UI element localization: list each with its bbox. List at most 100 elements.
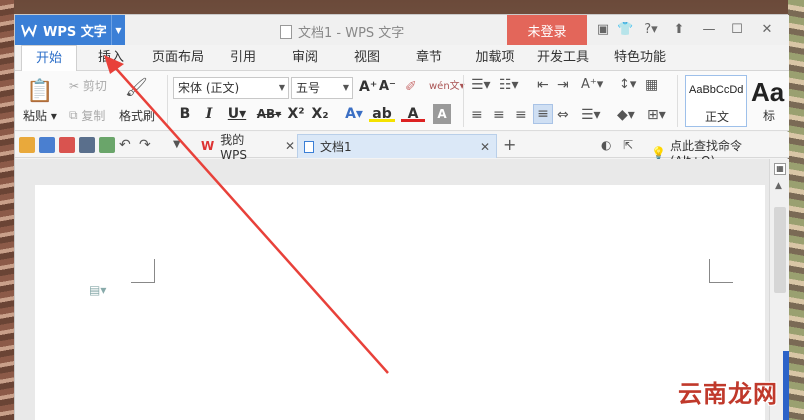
tab-sections[interactable]: 章节 xyxy=(407,45,451,71)
side-panel-toggle[interactable] xyxy=(783,351,789,420)
copy-button[interactable]: ⧉ 复制 xyxy=(69,107,105,124)
undo-icon[interactable]: ↶ xyxy=(119,137,135,153)
document-icon xyxy=(304,140,314,153)
highlight-icon[interactable]: ab xyxy=(369,104,395,122)
style-normal[interactable]: AaBbCcDd 正文 xyxy=(685,75,747,127)
text-effects-icon[interactable]: A▾ xyxy=(341,104,367,124)
bold-icon[interactable]: B xyxy=(177,104,193,124)
open-folder-icon[interactable] xyxy=(19,137,35,153)
save-icon[interactable] xyxy=(39,137,55,153)
pin-icon[interactable]: ⬆ xyxy=(671,22,687,38)
divider xyxy=(677,75,678,127)
chinese-layout-icon[interactable]: A⁺▾ xyxy=(581,77,603,92)
tab-my-wps[interactable]: W 我的WPS ✕ xyxy=(195,133,295,162)
decrease-indent-icon[interactable]: ⇤ xyxy=(537,77,549,93)
tab-document1[interactable]: 文档1 ✕ xyxy=(297,134,497,158)
align-center-icon[interactable]: ≡ xyxy=(493,107,505,123)
chevron-down-icon[interactable]: ▼ xyxy=(111,15,125,45)
borders-icon[interactable]: ⊞▾ xyxy=(647,107,666,123)
paragraph-options-icon[interactable]: ▤▾ xyxy=(89,283,106,297)
close-icon[interactable]: ✕ xyxy=(285,139,295,153)
document-file-icon xyxy=(280,24,292,39)
tab-developer[interactable]: 开发工具 xyxy=(531,45,595,71)
shading-icon[interactable]: ◆▾ xyxy=(617,107,635,123)
grow-font-icon[interactable]: A⁺ xyxy=(359,79,377,95)
copy-icon: ⧉ xyxy=(69,108,78,122)
chevron-down-icon: ▼ xyxy=(342,83,349,92)
cut-label: 剪切 xyxy=(82,79,107,93)
bullet-list-icon[interactable]: ☰▾ xyxy=(471,77,491,93)
quick-access-bar: ↶ ↷ ▼ W 我的WPS ✕ 文档1 ✕ + ◐ ⇱ 💡 点此查找命令 (Al… xyxy=(15,132,789,168)
tab-document1-label: 文档1 xyxy=(320,140,352,154)
desktop-background-right xyxy=(788,0,804,420)
new-tab-icon[interactable]: + xyxy=(503,137,519,153)
font-color-icon[interactable]: A xyxy=(401,104,425,122)
scrollbar-thumb[interactable] xyxy=(774,207,786,293)
paste-icon[interactable]: 📋 xyxy=(25,77,55,105)
style-heading-sample[interactable]: Aa xyxy=(751,77,784,108)
ruler-toggle-icon[interactable]: ▦ xyxy=(774,163,786,175)
tab-page-layout[interactable]: 页面布局 xyxy=(143,45,213,71)
shirt-icon[interactable]: 👕 xyxy=(617,22,633,38)
close-icon[interactable]: ✕ xyxy=(480,140,490,154)
close-icon[interactable]: ✕ xyxy=(759,22,775,38)
increase-indent-icon[interactable]: ⇥ xyxy=(557,77,569,93)
distributed-align-icon[interactable]: ⇔ xyxy=(557,107,569,123)
italic-icon[interactable]: I xyxy=(201,104,217,124)
login-button[interactable]: 未登录 xyxy=(507,15,587,45)
paste-button[interactable]: 粘贴 ▾ xyxy=(23,107,57,124)
align-left-icon[interactable]: ≡ xyxy=(471,107,483,123)
paste-label: 粘贴 xyxy=(23,109,48,123)
superscript-icon[interactable]: X² xyxy=(287,104,305,124)
tab-insert[interactable]: 插入 xyxy=(87,45,135,71)
numbered-list-icon[interactable]: ☷▾ xyxy=(499,77,519,93)
minimize-icon[interactable]: — xyxy=(701,22,717,38)
help-icon[interactable]: ?▾ xyxy=(639,22,663,38)
document-area: ▤▾ ▦ ▲ xyxy=(15,159,789,420)
underline-icon[interactable]: U▾ xyxy=(225,104,249,124)
phonetic-guide-icon[interactable]: wén文▾ xyxy=(429,77,465,92)
line-spacing-icon[interactable]: ☰▾ xyxy=(581,107,601,123)
font-name-select[interactable]: 宋体 (正文) ▼ xyxy=(173,77,289,99)
document-title-text: 文档1 - WPS 文字 xyxy=(298,26,405,41)
format-painter-button[interactable]: 格式刷 xyxy=(119,107,155,124)
ribbon-tabs: 开始 插入 页面布局 引用 审阅 视图 章节 加载项 开发工具 特色功能 xyxy=(15,45,789,72)
export-pdf-icon[interactable] xyxy=(59,137,75,153)
lightbulb-icon: 💡 xyxy=(651,145,666,160)
tab-review[interactable]: 审阅 xyxy=(283,45,327,71)
document-page[interactable]: ▤▾ xyxy=(35,185,765,420)
align-right-icon[interactable]: ≡ xyxy=(515,107,527,123)
cut-button[interactable]: ✂ 剪切 xyxy=(69,77,107,94)
shrink-font-icon[interactable]: A⁻ xyxy=(379,79,396,94)
sort-icon[interactable]: ↕▾ xyxy=(619,77,636,92)
app-menu-button[interactable]: WPS 文字 ▼ xyxy=(15,15,125,45)
tab-home[interactable]: 开始 xyxy=(21,45,77,72)
table-borders-icon[interactable]: ▦ xyxy=(645,77,658,93)
scissors-icon: ✂ xyxy=(69,78,80,93)
font-size-select[interactable]: 五号 ▼ xyxy=(291,77,353,99)
divider xyxy=(463,75,464,127)
brush-icon[interactable]: 🖌 xyxy=(125,77,148,98)
tab-my-wps-label: 我的WPS xyxy=(220,132,247,162)
document-title: 文档1 - WPS 文字 xyxy=(280,22,404,41)
strikethrough-icon[interactable]: AB▾ xyxy=(253,104,285,124)
cloud-icon[interactable]: ◐ xyxy=(601,137,617,153)
print-preview-icon[interactable] xyxy=(99,137,115,153)
tab-addins[interactable]: 加载项 xyxy=(467,45,523,71)
tab-special-features[interactable]: 特色功能 xyxy=(605,45,675,71)
clear-format-icon[interactable]: ✐ xyxy=(405,79,417,95)
subscript-icon[interactable]: X₂ xyxy=(311,104,329,124)
skin-icon[interactable]: ▣ xyxy=(595,22,611,38)
scroll-up-icon[interactable]: ▲ xyxy=(775,181,782,191)
tab-references[interactable]: 引用 xyxy=(221,45,265,71)
justify-icon[interactable]: ≡ xyxy=(533,104,553,124)
char-shading-icon[interactable]: A xyxy=(433,104,451,124)
tab-view[interactable]: 视图 xyxy=(345,45,389,71)
desktop-background-left xyxy=(0,0,14,420)
share-icon[interactable]: ⇱ xyxy=(623,137,639,153)
customize-dropdown-icon[interactable]: ▼ xyxy=(173,137,189,153)
redo-icon[interactable]: ↷ xyxy=(139,137,155,153)
divider xyxy=(167,75,168,127)
print-icon[interactable] xyxy=(79,137,95,153)
maximize-icon[interactable]: ☐ xyxy=(729,22,745,38)
